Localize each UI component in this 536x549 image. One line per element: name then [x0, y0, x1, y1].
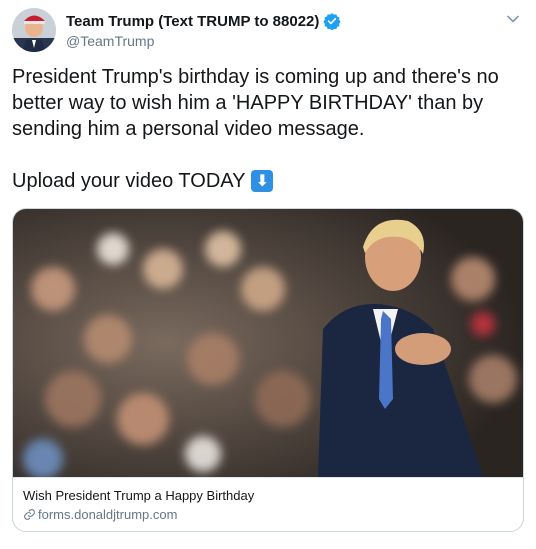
handle[interactable]: @TeamTrump	[66, 33, 341, 49]
card-image[interactable]	[13, 209, 523, 477]
tweet-main-text: President Trump's birthday is coming up …	[12, 66, 499, 140]
display-name[interactable]: Team Trump (Text TRUMP to 88022)	[66, 13, 319, 30]
link-icon	[23, 508, 36, 521]
card-title[interactable]: Wish President Trump a Happy Birthday	[23, 488, 254, 503]
upload-line: Upload your video TODAY ⬇	[12, 168, 520, 194]
display-name-row: Team Trump (Text TRUMP to 88022)	[66, 12, 342, 31]
tweet-header: Team Trump (Text TRUMP to 88022) @TeamTr…	[12, 8, 524, 54]
chevron-down-icon[interactable]	[506, 12, 520, 26]
card-footer[interactable]: Wish President Trump a Happy Birthday fo…	[13, 477, 523, 531]
tweet: Team Trump (Text TRUMP to 88022) @TeamTr…	[0, 0, 536, 549]
verified-badge-icon	[323, 12, 342, 31]
upload-text: Upload your video TODAY	[12, 170, 246, 192]
card-domain-row: forms.donaldjtrump.com	[23, 507, 177, 522]
link-card[interactable]: Wish President Trump a Happy Birthday fo…	[12, 208, 524, 532]
down-arrow-emoji: ⬇	[251, 170, 274, 192]
avatar[interactable]	[12, 8, 56, 52]
tweet-text: President Trump's birthday is coming up …	[12, 64, 520, 194]
card-domain[interactable]: forms.donaldjtrump.com	[38, 507, 177, 522]
author-names: Team Trump (Text TRUMP to 88022) @TeamTr…	[66, 12, 342, 49]
